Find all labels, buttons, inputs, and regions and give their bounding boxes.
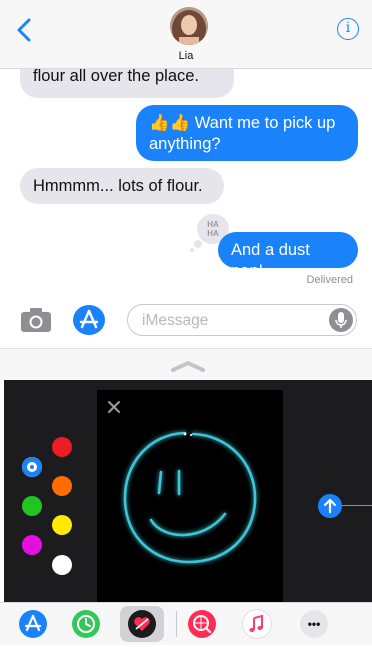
app-drawer-strip: ••• (0, 602, 372, 645)
color-swatch-yellow[interactable] (52, 515, 72, 535)
app-store-app[interactable] (19, 610, 47, 638)
chevron-up-icon[interactable] (170, 359, 206, 373)
color-swatch-red[interactable] (52, 437, 72, 457)
color-swatch-green[interactable] (22, 496, 42, 516)
conversation-header: Lia i (0, 0, 372, 69)
app-store-button[interactable] (73, 305, 105, 335)
digital-touch-icon (128, 610, 156, 638)
microphone-icon (335, 312, 347, 328)
avatar[interactable] (170, 7, 208, 45)
images-search-app[interactable] (188, 610, 216, 638)
message-bubble-outgoing[interactable]: 👍👍 Want me to pick up anything? (136, 105, 358, 161)
app-store-icon (79, 309, 99, 329)
more-icon: ••• (307, 617, 321, 631)
recents-icon (77, 615, 95, 633)
message-text: Hmmmm... lots of flour. (33, 177, 203, 195)
message-input[interactable] (140, 305, 324, 337)
app-store-icon (24, 614, 42, 632)
info-icon: i (345, 20, 351, 36)
message-text: flour all over the place. (33, 67, 200, 85)
message-text: And a dust pan! (231, 241, 310, 280)
send-divider (342, 505, 372, 506)
composer-row (0, 300, 372, 344)
app-strip-separator (176, 611, 177, 637)
contact-photo (170, 7, 208, 45)
color-swatch-orange[interactable] (52, 476, 72, 496)
more-apps-button[interactable]: ••• (300, 610, 328, 638)
color-swatch-white[interactable] (52, 555, 72, 575)
tapback-label: HA (207, 220, 219, 229)
tapback-tail (194, 240, 202, 248)
emoji-thumbs-up: 👍👍 (149, 114, 191, 132)
recents-app[interactable] (72, 610, 100, 638)
digital-touch-app[interactable] (120, 606, 164, 642)
send-button[interactable] (318, 494, 342, 518)
close-icon[interactable] (107, 400, 121, 414)
message-field[interactable] (127, 304, 357, 337)
smiley-sketch (123, 431, 257, 564)
search-images-icon (193, 615, 212, 634)
message-bubble-incoming[interactable]: Hmmmm... lots of flour. (20, 168, 224, 204)
dictation-button[interactable] (329, 308, 353, 332)
contact-name[interactable]: Lia (0, 50, 372, 62)
info-button[interactable]: i (337, 18, 359, 40)
drawer-handle-bar (0, 348, 372, 381)
color-swatch-magenta[interactable] (22, 535, 42, 555)
back-button[interactable] (12, 16, 36, 44)
arrow-up-icon (323, 498, 337, 514)
tapback-tail (190, 248, 194, 252)
music-icon (249, 614, 263, 632)
drawing-canvas[interactable] (97, 390, 283, 602)
color-swatch-blue[interactable] (22, 457, 42, 477)
music-app[interactable] (243, 610, 271, 638)
message-bubble-outgoing[interactable]: And a dust pan! (218, 232, 358, 280)
delivered-status: Delivered (306, 274, 353, 286)
camera-icon[interactable] (20, 307, 52, 333)
chevron-left-icon (17, 18, 31, 42)
